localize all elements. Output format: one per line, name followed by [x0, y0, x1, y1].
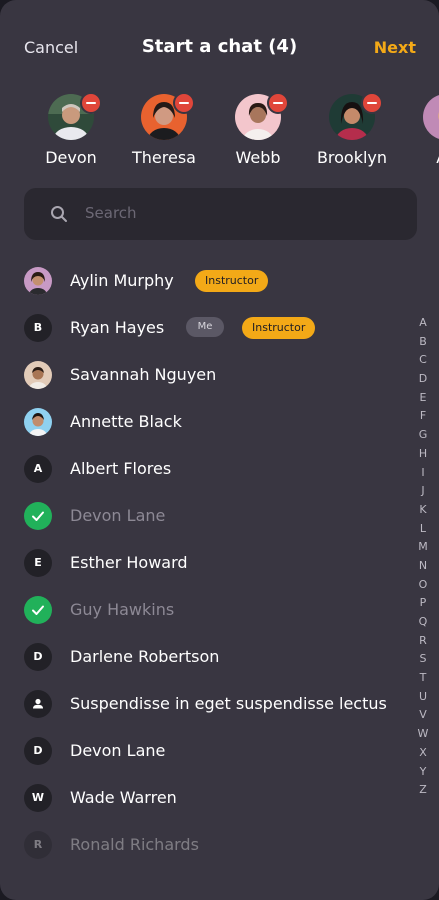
contact-row[interactable]: R Ronald Richards [0, 822, 410, 868]
remove-participant-button[interactable] [173, 92, 195, 114]
avatar-initial: W [24, 784, 52, 812]
alpha-letter[interactable]: B [413, 333, 433, 352]
alpha-letter[interactable]: V [413, 706, 433, 725]
alpha-letter[interactable]: N [413, 557, 433, 576]
avatar-initial: R [24, 831, 52, 859]
alpha-letter[interactable]: U [413, 688, 433, 707]
alpha-letter[interactable]: A [413, 314, 433, 333]
participant-name: Devon [45, 148, 97, 167]
alpha-letter[interactable]: E [413, 389, 433, 408]
contact-name: Aylin Murphy [70, 271, 174, 290]
alpha-letter[interactable]: Q [413, 613, 433, 632]
alpha-letter[interactable]: R [413, 632, 433, 651]
contact-row-selected[interactable]: Devon Lane [0, 493, 410, 539]
contact-name: Devon Lane [70, 741, 166, 760]
alpha-letter[interactable]: P [413, 594, 433, 613]
avatar [24, 361, 52, 389]
search-placeholder: Search [85, 204, 137, 222]
alpha-letter[interactable]: C [413, 351, 433, 370]
alpha-letter[interactable]: M [413, 538, 433, 557]
contact-row[interactable]: W Wade Warren [0, 775, 410, 821]
participant-name: Theresa [132, 148, 196, 167]
contact-row[interactable]: A Albert Flores [0, 446, 410, 492]
contact-name: Albert Flores [70, 459, 172, 478]
contact-row[interactable]: Annette Black [0, 399, 410, 445]
start-chat-panel: Cancel Start a chat (4) Next Devon There… [0, 0, 439, 900]
alpha-letter[interactable]: W [413, 725, 433, 744]
alpha-letter[interactable]: O [413, 576, 433, 595]
alpha-letter[interactable]: X [413, 744, 433, 763]
next-button[interactable]: Next [374, 38, 416, 57]
avatar-initial: B [24, 314, 52, 342]
contact-name: Esther Howard [70, 553, 188, 572]
contact-row-selected[interactable]: Guy Hawkins [0, 587, 410, 633]
contact-row[interactable]: B Ryan Hayes Me Instructor [0, 305, 410, 351]
contact-row[interactable]: D Devon Lane [0, 728, 410, 774]
contact-row[interactable]: D Darlene Robertson [0, 634, 410, 680]
avatar [24, 408, 52, 436]
contact-name: Darlene Robertson [70, 647, 220, 666]
alpha-letter[interactable]: D [413, 370, 433, 389]
avatar [24, 267, 52, 295]
contact-name: Devon Lane [70, 506, 166, 525]
contact-name: Annette Black [70, 412, 182, 431]
remove-participant-button[interactable] [80, 92, 102, 114]
alpha-letter[interactable]: K [413, 501, 433, 520]
check-icon [24, 502, 52, 530]
participant-name: Brooklyn [316, 148, 388, 167]
alpha-letter[interactable]: T [413, 669, 433, 688]
group-icon [24, 690, 52, 718]
contact-name: Wade Warren [70, 788, 177, 807]
alpha-letter[interactable]: G [413, 426, 433, 445]
alpha-letter[interactable]: H [413, 445, 433, 464]
alpha-letter[interactable]: J [413, 482, 433, 501]
contact-name: Ronald Richards [70, 835, 199, 854]
contact-row[interactable]: E Esther Howard [0, 540, 410, 586]
contact-row[interactable]: Suspendisse in eget suspendisse lectus [0, 681, 410, 727]
contact-row[interactable]: Savannah Nguyen [0, 352, 410, 398]
contact-name: Ryan Hayes [70, 318, 165, 337]
contact-name: Guy Hawkins [70, 600, 175, 619]
avatar [423, 94, 439, 140]
participant-name: Webb [235, 148, 281, 167]
avatar-initial: D [24, 737, 52, 765]
alpha-letter[interactable]: Y [413, 763, 433, 782]
contact-row[interactable]: Aylin Murphy Instructor [0, 258, 410, 304]
me-badge: Me [186, 317, 224, 337]
alphabet-index: A B C D E F G H I J K L M N O P Q R S T … [413, 314, 433, 800]
alpha-letter[interactable]: Z [413, 781, 433, 800]
search-icon [51, 206, 67, 222]
remove-participant-button[interactable] [267, 92, 289, 114]
header: Cancel Start a chat (4) Next [0, 34, 439, 62]
alpha-letter[interactable]: F [413, 407, 433, 426]
check-icon [24, 596, 52, 624]
participant-name: Av [396, 148, 439, 167]
remove-participant-button[interactable] [361, 92, 383, 114]
contact-name: Savannah Nguyen [70, 365, 217, 384]
avatar-initial: A [24, 455, 52, 483]
alpha-letter[interactable]: L [413, 520, 433, 539]
alpha-letter[interactable]: I [413, 464, 433, 483]
selected-participants: Devon Theresa Webb Brooklyn [0, 92, 439, 172]
search-input[interactable]: Search [24, 188, 417, 240]
contact-name: Suspendisse in eget suspendisse lectus [70, 694, 387, 713]
avatar-initial: D [24, 643, 52, 671]
alpha-letter[interactable]: S [413, 650, 433, 669]
avatar-initial: E [24, 549, 52, 577]
instructor-badge: Instructor [242, 317, 316, 339]
instructor-badge: Instructor [195, 270, 269, 292]
